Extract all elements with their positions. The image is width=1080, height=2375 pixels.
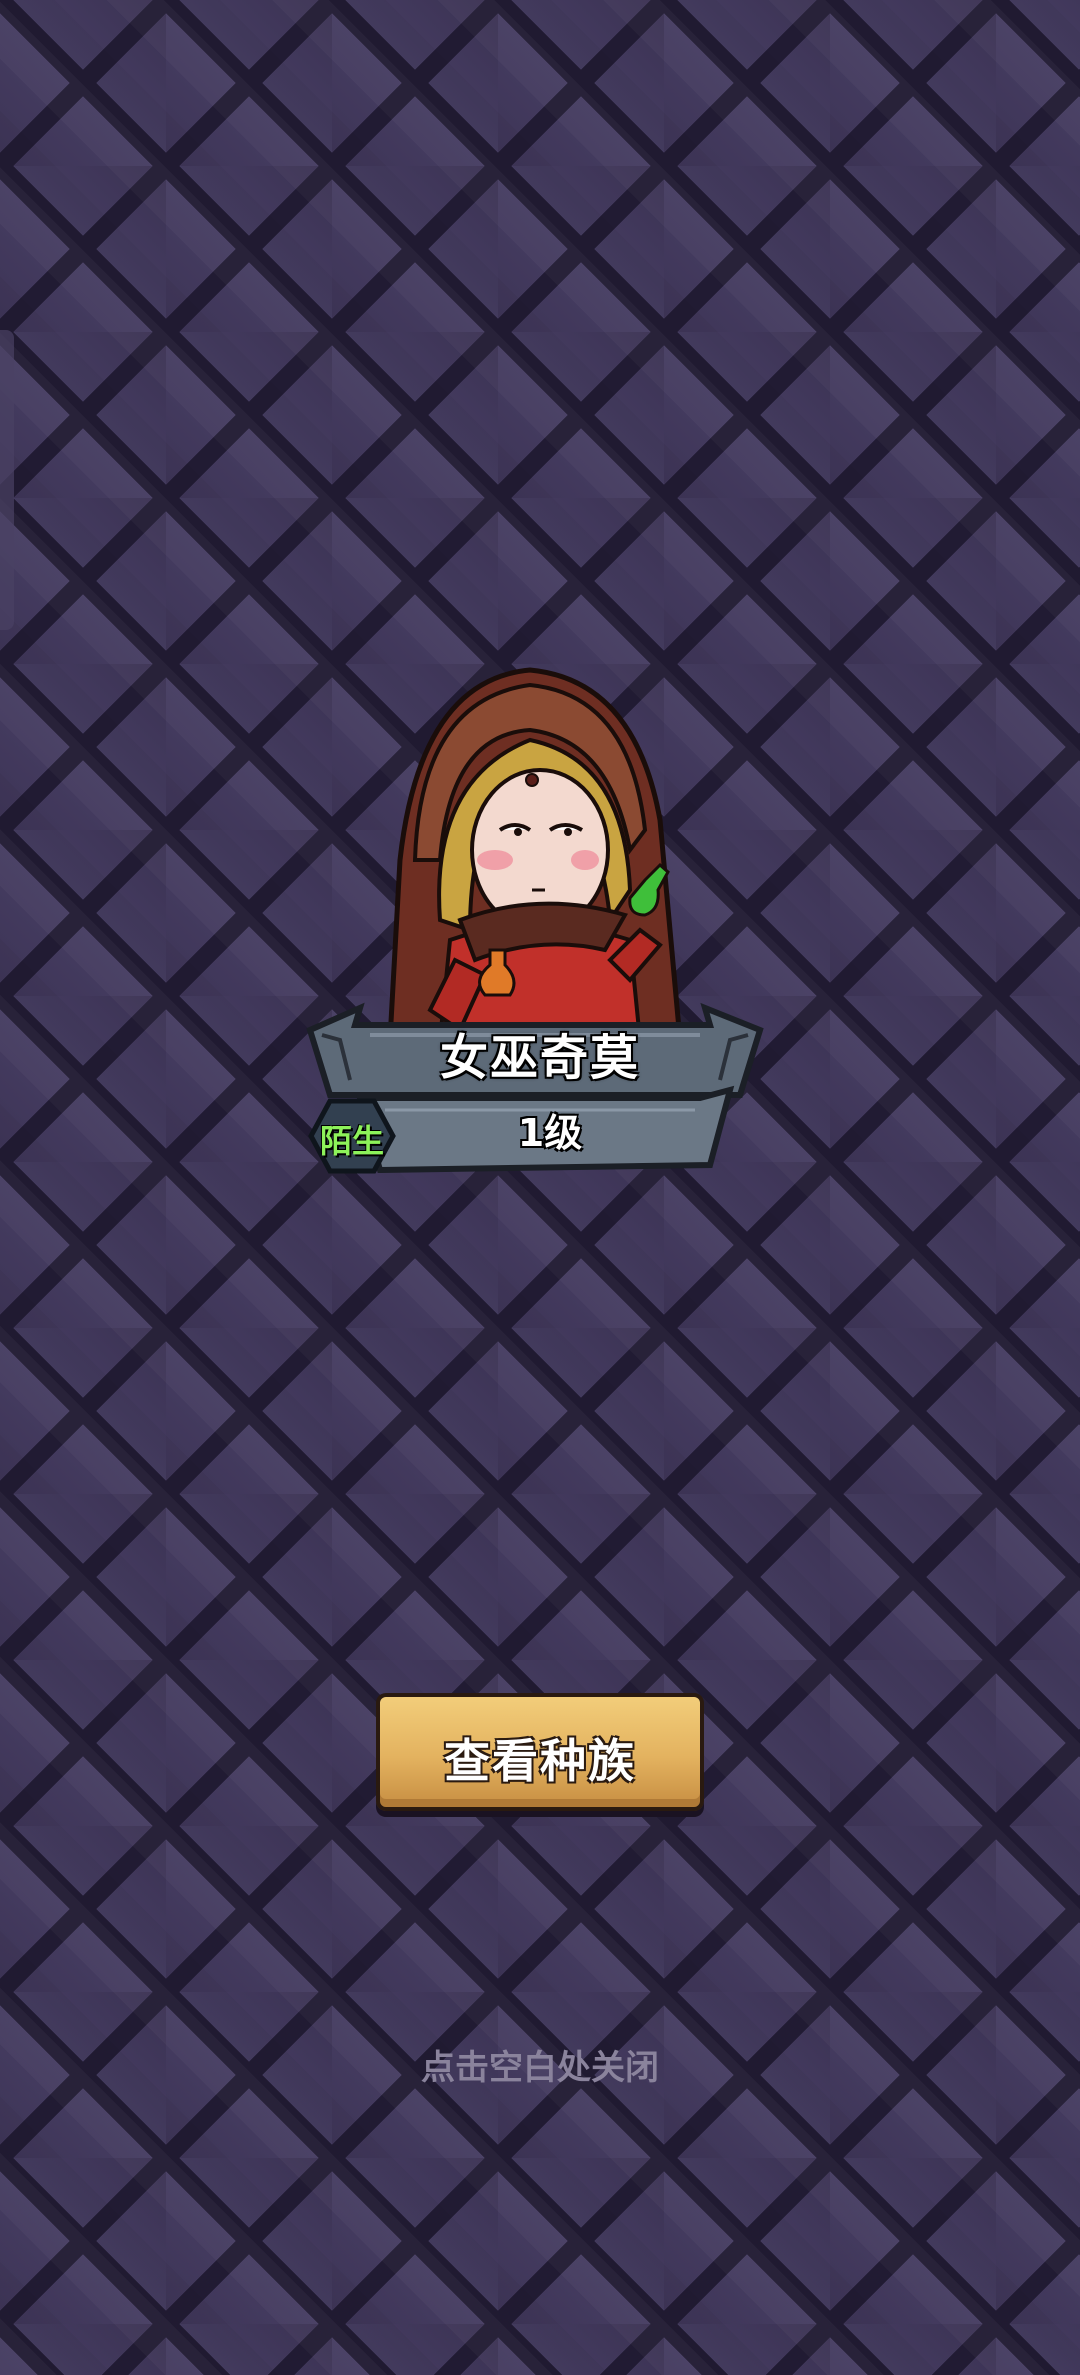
left-edge-handle (0, 330, 14, 630)
hero-level: 1级 (517, 1111, 583, 1155)
hero-name: 女巫奇莫 (439, 1030, 640, 1086)
view-race-button[interactable]: 查看种族 (376, 1693, 704, 1811)
close-hint[interactable]: 点击空白处关闭 (0, 2040, 1080, 2089)
relation-status: 陌生 (319, 1122, 384, 1160)
view-race-button-label: 查看种族 (444, 1734, 636, 1788)
hero-portrait (360, 660, 700, 1043)
hero-nameplate: 女巫奇莫 1级 陌生 (300, 990, 770, 1190)
relation-badge: 陌生 (308, 1098, 396, 1174)
